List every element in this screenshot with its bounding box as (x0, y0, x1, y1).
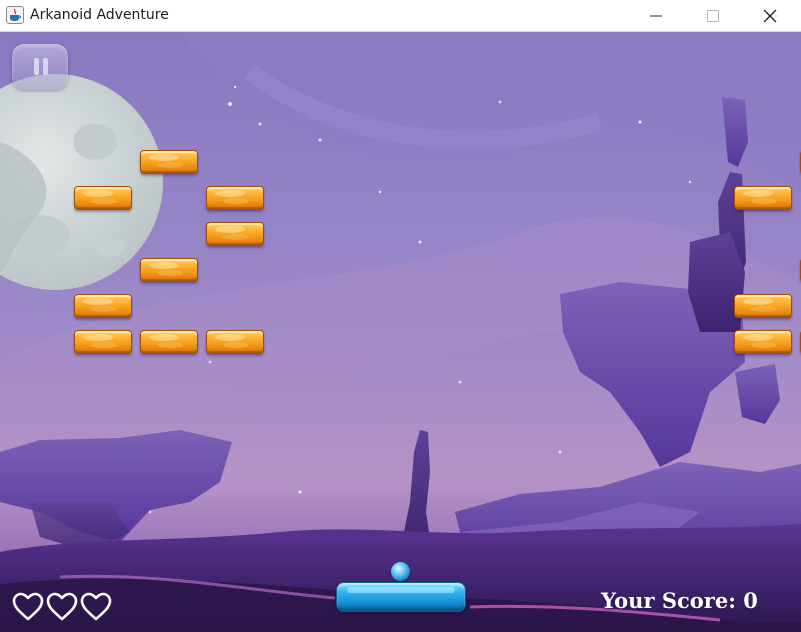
window-title: Arkanoid Adventure (30, 7, 169, 23)
close-icon (763, 9, 777, 23)
brick (734, 186, 792, 210)
brick (734, 330, 792, 354)
java-cup-icon[interactable] (6, 6, 24, 24)
brick (140, 258, 198, 282)
brick (74, 294, 132, 318)
close-button[interactable] (741, 0, 799, 32)
ball (391, 562, 410, 581)
maximize-button[interactable] (684, 0, 742, 32)
heart-outline-icon (46, 592, 78, 621)
heart-outline-icon (80, 592, 112, 621)
minimize-icon (650, 15, 662, 17)
brick (206, 330, 264, 354)
title-bar: Arkanoid Adventure (0, 0, 801, 32)
brick (206, 186, 264, 210)
score-display: Your Score: 0 (601, 588, 758, 613)
brick (74, 330, 132, 354)
brick (74, 186, 132, 210)
paddle[interactable] (336, 582, 466, 612)
maximize-icon (707, 10, 719, 22)
pause-button[interactable] (12, 44, 68, 90)
heart-outline-icon (12, 592, 44, 621)
game-canvas[interactable]: Your Score: 0 (0, 32, 801, 632)
brick (734, 294, 792, 318)
minimize-button[interactable] (627, 0, 685, 32)
brick (206, 222, 264, 246)
brick (140, 330, 198, 354)
brick (140, 150, 198, 174)
